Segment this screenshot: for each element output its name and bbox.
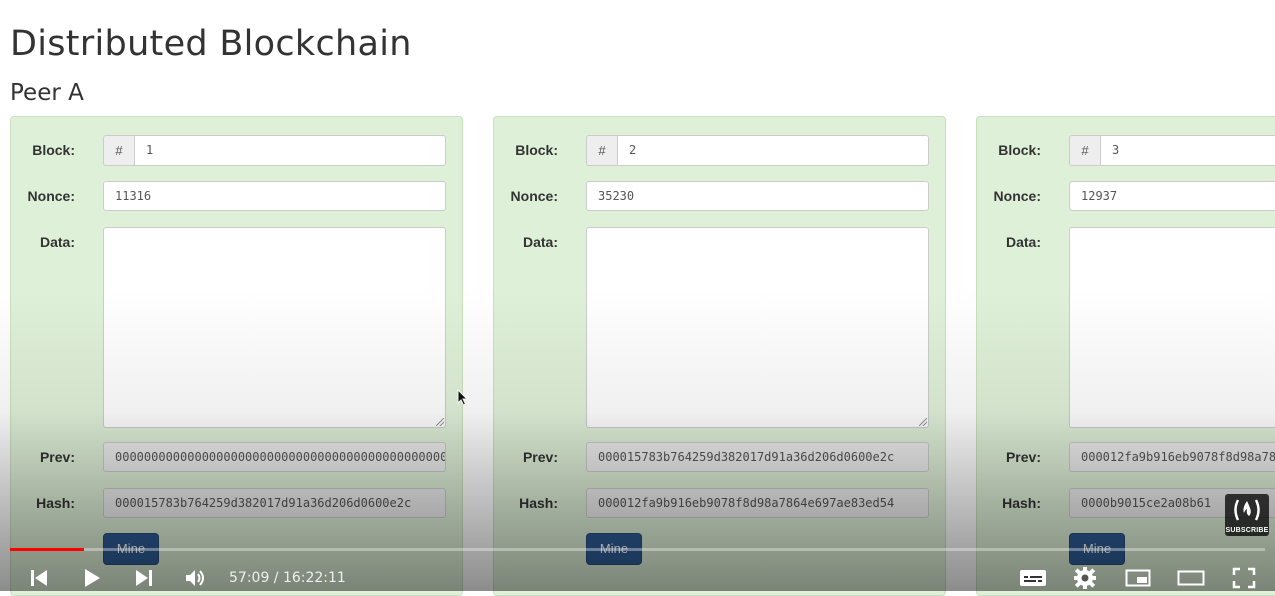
nonce-input[interactable]: 12937 bbox=[1069, 181, 1275, 211]
data-label: Data: bbox=[522, 234, 558, 250]
block-number-group: # 3 bbox=[1069, 135, 1275, 166]
volume-icon bbox=[186, 570, 204, 586]
resize-grip-icon[interactable] bbox=[436, 418, 444, 426]
nonce-input[interactable]: 11316 bbox=[103, 181, 446, 211]
skip-next-icon bbox=[136, 570, 152, 586]
block-number-group: # 2 bbox=[586, 135, 929, 166]
prev-hash-field: 000012fa9b916eb9078f8d98a7864e697ae83ed5… bbox=[1069, 442, 1275, 472]
skip-previous-icon bbox=[31, 570, 47, 586]
hash-field: 000012fa9b916eb9078f8d98a7864e697ae83ed5… bbox=[586, 488, 929, 518]
theater-mode-button[interactable] bbox=[1176, 564, 1206, 592]
hash-label: Hash: bbox=[1002, 495, 1041, 511]
data-textarea[interactable] bbox=[586, 227, 929, 428]
block-card-1: Block: # 1 Nonce: 11316 Data: Prev: 0000… bbox=[10, 116, 463, 596]
data-label: Data: bbox=[1005, 234, 1041, 250]
mouse-cursor-icon bbox=[457, 388, 469, 412]
resize-grip-icon[interactable] bbox=[919, 418, 927, 426]
subtitles-button[interactable] bbox=[1018, 564, 1048, 592]
block-number-input[interactable]: 2 bbox=[617, 135, 929, 166]
settings-button[interactable] bbox=[1071, 564, 1099, 592]
prev-hash-field: 000015783b764259d382017d91a36d206d0600e2… bbox=[586, 442, 929, 472]
prev-label: Prev: bbox=[39, 449, 75, 465]
channel-logo[interactable]: SUBSCRIBE bbox=[1225, 494, 1269, 536]
theater-icon bbox=[1177, 570, 1205, 586]
block-label: Block: bbox=[998, 142, 1041, 158]
data-textarea[interactable] bbox=[1069, 227, 1275, 428]
nonce-label: Nonce: bbox=[27, 188, 75, 204]
block-label: Block: bbox=[32, 142, 75, 158]
progress-played bbox=[10, 548, 84, 551]
settings-icon bbox=[1074, 567, 1096, 589]
hash-field: 000015783b764259d382017d91a36d206d0600e2… bbox=[103, 488, 446, 518]
subscribe-text: SUBSCRIBE bbox=[1225, 527, 1269, 534]
volume-button[interactable] bbox=[183, 564, 209, 592]
block-card-2: Block: # 2 Nonce: 35230 Data: Prev: 0000… bbox=[493, 116, 946, 596]
block-label: Block: bbox=[515, 142, 558, 158]
page-title: Distributed Blockchain bbox=[10, 24, 412, 64]
hash-symbol-addon: # bbox=[1069, 135, 1100, 166]
hash-label: Hash: bbox=[36, 495, 75, 511]
nonce-input[interactable]: 35230 bbox=[586, 181, 929, 211]
block-number-input[interactable]: 3 bbox=[1100, 135, 1275, 166]
fullscreen-icon bbox=[1232, 567, 1256, 589]
hash-label: Hash: bbox=[519, 495, 558, 511]
prev-hash-field: 0000000000000000000000000000000000000000… bbox=[103, 442, 446, 472]
data-label: Data: bbox=[39, 234, 75, 250]
block-number-group: # 1 bbox=[103, 135, 446, 166]
fullscreen-button[interactable] bbox=[1230, 564, 1258, 592]
skip-next-button[interactable] bbox=[132, 564, 156, 592]
play-icon bbox=[85, 569, 100, 587]
data-textarea[interactable] bbox=[103, 227, 446, 428]
nonce-label: Nonce: bbox=[510, 188, 558, 204]
subtitles-icon bbox=[1020, 570, 1046, 586]
prev-label: Prev: bbox=[1005, 449, 1041, 465]
block-number-input[interactable]: 1 bbox=[134, 135, 446, 166]
skip-previous-button[interactable] bbox=[26, 564, 52, 592]
time-display: 57:09 / 16:22:11 bbox=[229, 570, 346, 586]
play-button[interactable] bbox=[80, 564, 104, 592]
prev-label: Prev: bbox=[522, 449, 558, 465]
progress-bar[interactable] bbox=[10, 548, 1265, 551]
miniplayer-icon bbox=[1125, 569, 1151, 587]
hash-symbol-addon: # bbox=[103, 135, 134, 166]
hash-symbol-addon: # bbox=[586, 135, 617, 166]
nonce-label: Nonce: bbox=[993, 188, 1041, 204]
peer-title: Peer A bbox=[10, 80, 84, 106]
flame-logo-icon bbox=[1234, 499, 1260, 521]
miniplayer-button[interactable] bbox=[1124, 564, 1152, 592]
